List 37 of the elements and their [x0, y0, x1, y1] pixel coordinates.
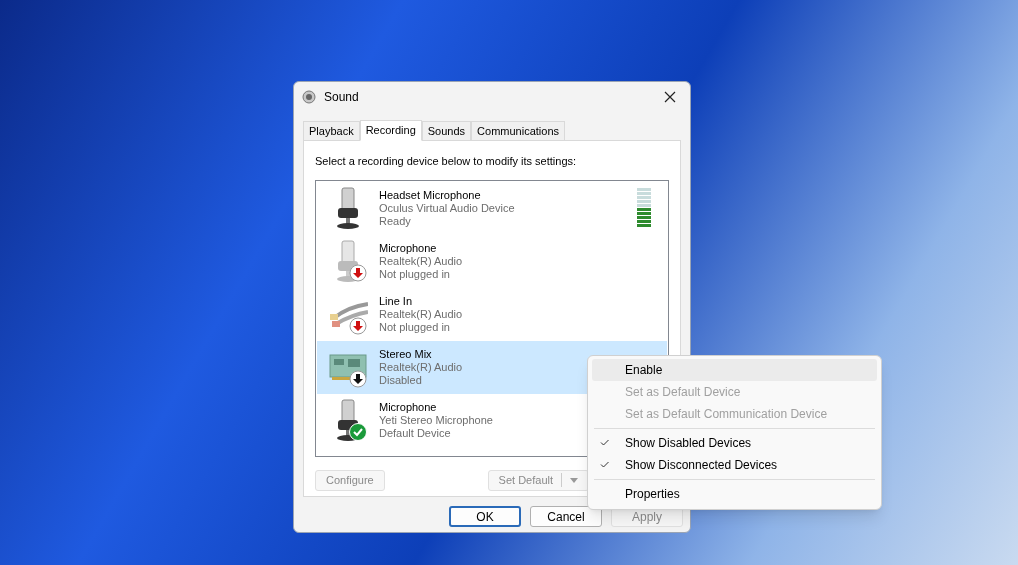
device-driver: Oculus Virtual Audio Device	[379, 201, 515, 215]
status-badge-icon	[349, 264, 367, 282]
device-name: Headset Microphone	[379, 188, 482, 202]
device-status: Not plugged in	[379, 267, 451, 281]
status-badge-icon	[349, 317, 367, 335]
dialog-button[interactable]: OK	[449, 506, 521, 527]
menu-item[interactable]: Properties	[592, 483, 877, 505]
tab[interactable]: Recording	[359, 120, 422, 141]
device-row[interactable]: Headset Microphone Oculus Virtual Audio Device Ready	[317, 181, 667, 235]
tab[interactable]: Sounds	[421, 121, 472, 140]
device-status: Ready	[379, 214, 412, 228]
device-row[interactable]: Line In Realtek(R) Audio Not plugged in	[317, 287, 667, 341]
device-status: Default Device	[379, 426, 452, 440]
close-icon	[664, 91, 676, 103]
device-status: Not plugged in	[379, 320, 451, 334]
dialog-button[interactable]: Cancel	[530, 506, 602, 527]
device-status: Disabled	[379, 373, 423, 387]
device-driver: Realtek(R) Audio	[379, 360, 463, 374]
menu-item[interactable]: Enable	[592, 359, 877, 381]
window-title: Sound	[324, 89, 359, 106]
tab[interactable]: Communications	[471, 121, 565, 140]
device-driver: Realtek(R) Audio	[379, 307, 463, 321]
device-name: Stereo Mix	[379, 347, 433, 361]
speaker-icon	[302, 90, 316, 104]
device-name: Microphone	[379, 400, 438, 414]
device-driver: Realtek(R) Audio	[379, 254, 463, 268]
menu-item[interactable]: Show Disconnected Devices	[592, 454, 877, 476]
device-driver: Yeti Stereo Microphone	[379, 413, 493, 427]
status-badge-icon	[349, 370, 367, 388]
device-name: Microphone	[379, 241, 438, 255]
caret-icon	[570, 477, 578, 483]
device-name: Line In	[379, 294, 414, 308]
status-badge-icon	[349, 423, 367, 441]
device-row[interactable]: Microphone Realtek(R) Audio Not plugged in	[317, 234, 667, 288]
menu-item[interactable]: Show Disabled Devices	[592, 432, 877, 454]
instruction-text: Select a recording device below to modify its settings:	[315, 154, 578, 169]
tab[interactable]: Playback	[303, 121, 360, 140]
